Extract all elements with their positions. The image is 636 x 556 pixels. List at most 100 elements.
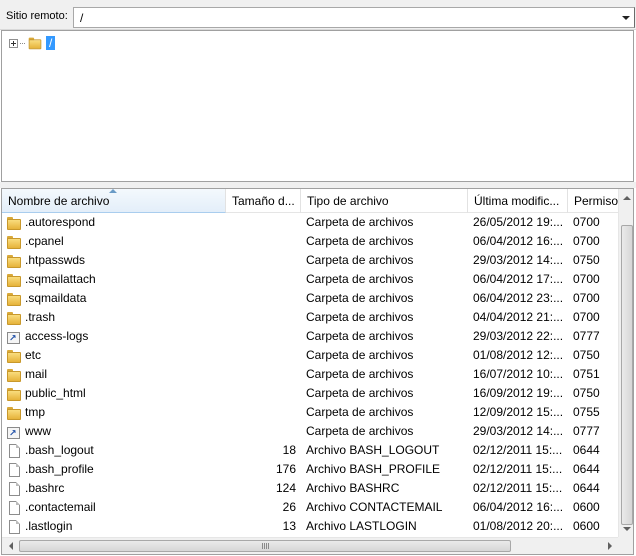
file-name[interactable]: access-logs — [25, 327, 88, 346]
scroll-down-button[interactable] — [619, 520, 633, 537]
cell-modified: 02/12/2011 15:... — [473, 462, 563, 476]
cell-name[interactable]: tmp — [6, 403, 226, 422]
file-name[interactable]: .autorespond — [25, 213, 95, 232]
cell-name[interactable]: .bashrc — [6, 479, 226, 498]
grip-icon — [261, 543, 269, 549]
list-header: Nombre de archivo Tamaño d... Tipo de ar… — [2, 189, 618, 213]
file-name[interactable]: mail — [25, 365, 47, 384]
file-name[interactable]: .sqmailattach — [25, 270, 96, 289]
column-header-size[interactable]: Tamaño d... — [226, 189, 301, 213]
tree-connector — [20, 42, 25, 44]
remote-path-value[interactable]: / — [80, 11, 83, 25]
expand-plus-icon[interactable] — [9, 38, 18, 48]
cell-permissions: 0700 — [573, 272, 600, 286]
file-rows: .autorespond Carpeta de archivos 26/05/201… — [2, 213, 618, 536]
file-name[interactable]: etc — [25, 346, 41, 365]
file-name[interactable]: public_html — [25, 384, 86, 403]
file-name[interactable]: .cpanel — [25, 232, 64, 251]
file-name[interactable]: .htpasswds — [25, 251, 85, 270]
cell-name[interactable]: .autorespond — [6, 213, 226, 232]
file-name[interactable]: .contactemail — [25, 498, 96, 517]
table-row[interactable]: .bash_profile 176 Archivo BASH_PROFILE 02/1… — [2, 460, 618, 479]
table-row[interactable]: .sqmaildata Carpeta de archivos 06/04/2012… — [2, 289, 618, 308]
scroll-right-button[interactable] — [601, 538, 618, 554]
table-row[interactable]: public_html Carpeta de archivos 16/09/2012… — [2, 384, 618, 403]
file-icon — [6, 500, 22, 516]
cell-modified: 29/03/2012 14:... — [473, 253, 564, 267]
cell-type: Archivo BASHRC — [306, 481, 400, 495]
cell-type: Archivo LASTLOGIN — [306, 519, 417, 533]
column-header-modified[interactable]: Última modific... — [468, 189, 568, 213]
vertical-scrollbar[interactable] — [618, 189, 633, 537]
arrow-right-icon — [607, 542, 612, 550]
tree-node-root[interactable]: / — [9, 35, 56, 51]
table-row[interactable]: etc Carpeta de archivos 01/08/2012 12:... 0… — [2, 346, 618, 365]
table-row[interactable]: .trash Carpeta de archivos 04/04/2012 21:.… — [2, 308, 618, 327]
cell-modified: 06/04/2012 16:... — [473, 234, 564, 248]
file-name[interactable]: .bash_profile — [25, 460, 94, 479]
cell-permissions: 0644 — [573, 462, 600, 476]
vertical-scroll-thumb[interactable] — [621, 225, 633, 525]
file-name[interactable]: www — [25, 422, 51, 441]
table-row[interactable]: .autorespond Carpeta de archivos 26/05/201… — [2, 213, 618, 232]
horizontal-scroll-thumb[interactable] — [19, 540, 511, 552]
cell-name[interactable]: .sqmaildata — [6, 289, 226, 308]
cell-name[interactable]: ↗ www — [6, 422, 226, 441]
table-row[interactable]: .sqmailattach Carpeta de archivos 06/04/20… — [2, 270, 618, 289]
cell-name[interactable]: mail — [6, 365, 226, 384]
file-name[interactable]: .trash — [25, 308, 55, 327]
table-row[interactable]: .lastlogin 13 Archivo LASTLOGIN 01/08/2012 … — [2, 517, 618, 536]
cell-name[interactable]: .contactemail — [6, 498, 226, 517]
table-row[interactable]: ↗ www Carpeta de archivos 29/03/2012 14:...… — [2, 422, 618, 441]
scroll-left-button[interactable] — [2, 538, 19, 554]
combo-dropdown-button[interactable] — [617, 8, 634, 27]
folder-icon — [6, 234, 22, 250]
column-header-label: Nombre de archivo — [8, 194, 110, 208]
cell-name[interactable]: public_html — [6, 384, 226, 403]
cell-name[interactable]: .bash_profile — [6, 460, 226, 479]
remote-file-list[interactable]: Nombre de archivo Tamaño d... Tipo de ar… — [1, 188, 634, 555]
cell-modified: 06/04/2012 23:... — [473, 291, 564, 305]
table-row[interactable]: .bash_logout 18 Archivo BASH_LOGOUT 02/12/2… — [2, 441, 618, 460]
file-icon — [6, 481, 22, 497]
tree-node-label-selected[interactable]: / — [46, 36, 56, 50]
cell-name[interactable]: .trash — [6, 308, 226, 327]
cell-name[interactable]: .htpasswds — [6, 251, 226, 270]
remote-directory-tree[interactable]: / — [1, 30, 634, 182]
file-name[interactable]: tmp — [25, 403, 45, 422]
table-row[interactable]: .contactemail 26 Archivo CONTACTEMAIL 06/04… — [2, 498, 618, 517]
cell-name[interactable]: etc — [6, 346, 226, 365]
cell-size: 124 — [275, 481, 296, 495]
cell-permissions: 0755 — [573, 405, 600, 419]
cell-modified: 02/12/2011 15:... — [473, 443, 563, 457]
cell-type: Carpeta de archivos — [306, 310, 414, 324]
table-row[interactable]: .bashrc 124 Archivo BASHRC 02/12/2011 15:..… — [2, 479, 618, 498]
column-header-type[interactable]: Tipo de archivo — [301, 189, 468, 213]
table-row[interactable]: tmp Carpeta de archivos 12/09/2012 15:... 0… — [2, 403, 618, 422]
column-header-permissions[interactable]: Permiso — [568, 189, 618, 213]
cell-name[interactable]: .bash_logout — [6, 441, 226, 460]
file-name[interactable]: .sqmaildata — [25, 289, 86, 308]
file-name[interactable]: .lastlogin — [25, 517, 72, 536]
file-name[interactable]: .bashrc — [25, 479, 64, 498]
table-row[interactable]: ↗ access-logs Carpeta de archivos 29/03/201… — [2, 327, 618, 346]
horizontal-scrollbar[interactable] — [2, 537, 618, 554]
cell-modified: 29/03/2012 22:... — [473, 329, 564, 343]
folder-icon — [6, 253, 22, 269]
cell-name[interactable]: .lastlogin — [6, 517, 226, 536]
file-name[interactable]: .bash_logout — [25, 441, 94, 460]
table-row[interactable]: .htpasswds Carpeta de archivos 29/03/2012 … — [2, 251, 618, 270]
cell-name[interactable]: .cpanel — [6, 232, 226, 251]
remote-path-combobox[interactable]: / — [73, 7, 635, 28]
cell-size: 26 — [282, 500, 296, 514]
column-header-name[interactable]: Nombre de archivo — [2, 189, 226, 213]
cell-name[interactable]: ↗ access-logs — [6, 327, 226, 346]
cell-permissions: 0777 — [573, 424, 600, 438]
cell-type: Carpeta de archivos — [306, 405, 414, 419]
table-row[interactable]: mail Carpeta de archivos 16/07/2012 10:...… — [2, 365, 618, 384]
cell-name[interactable]: .sqmailattach — [6, 270, 226, 289]
cell-permissions: 0700 — [573, 215, 600, 229]
scroll-up-button[interactable] — [619, 189, 633, 206]
table-row[interactable]: .cpanel Carpeta de archivos 06/04/2012 16:… — [2, 232, 618, 251]
cell-permissions: 0644 — [573, 443, 600, 457]
